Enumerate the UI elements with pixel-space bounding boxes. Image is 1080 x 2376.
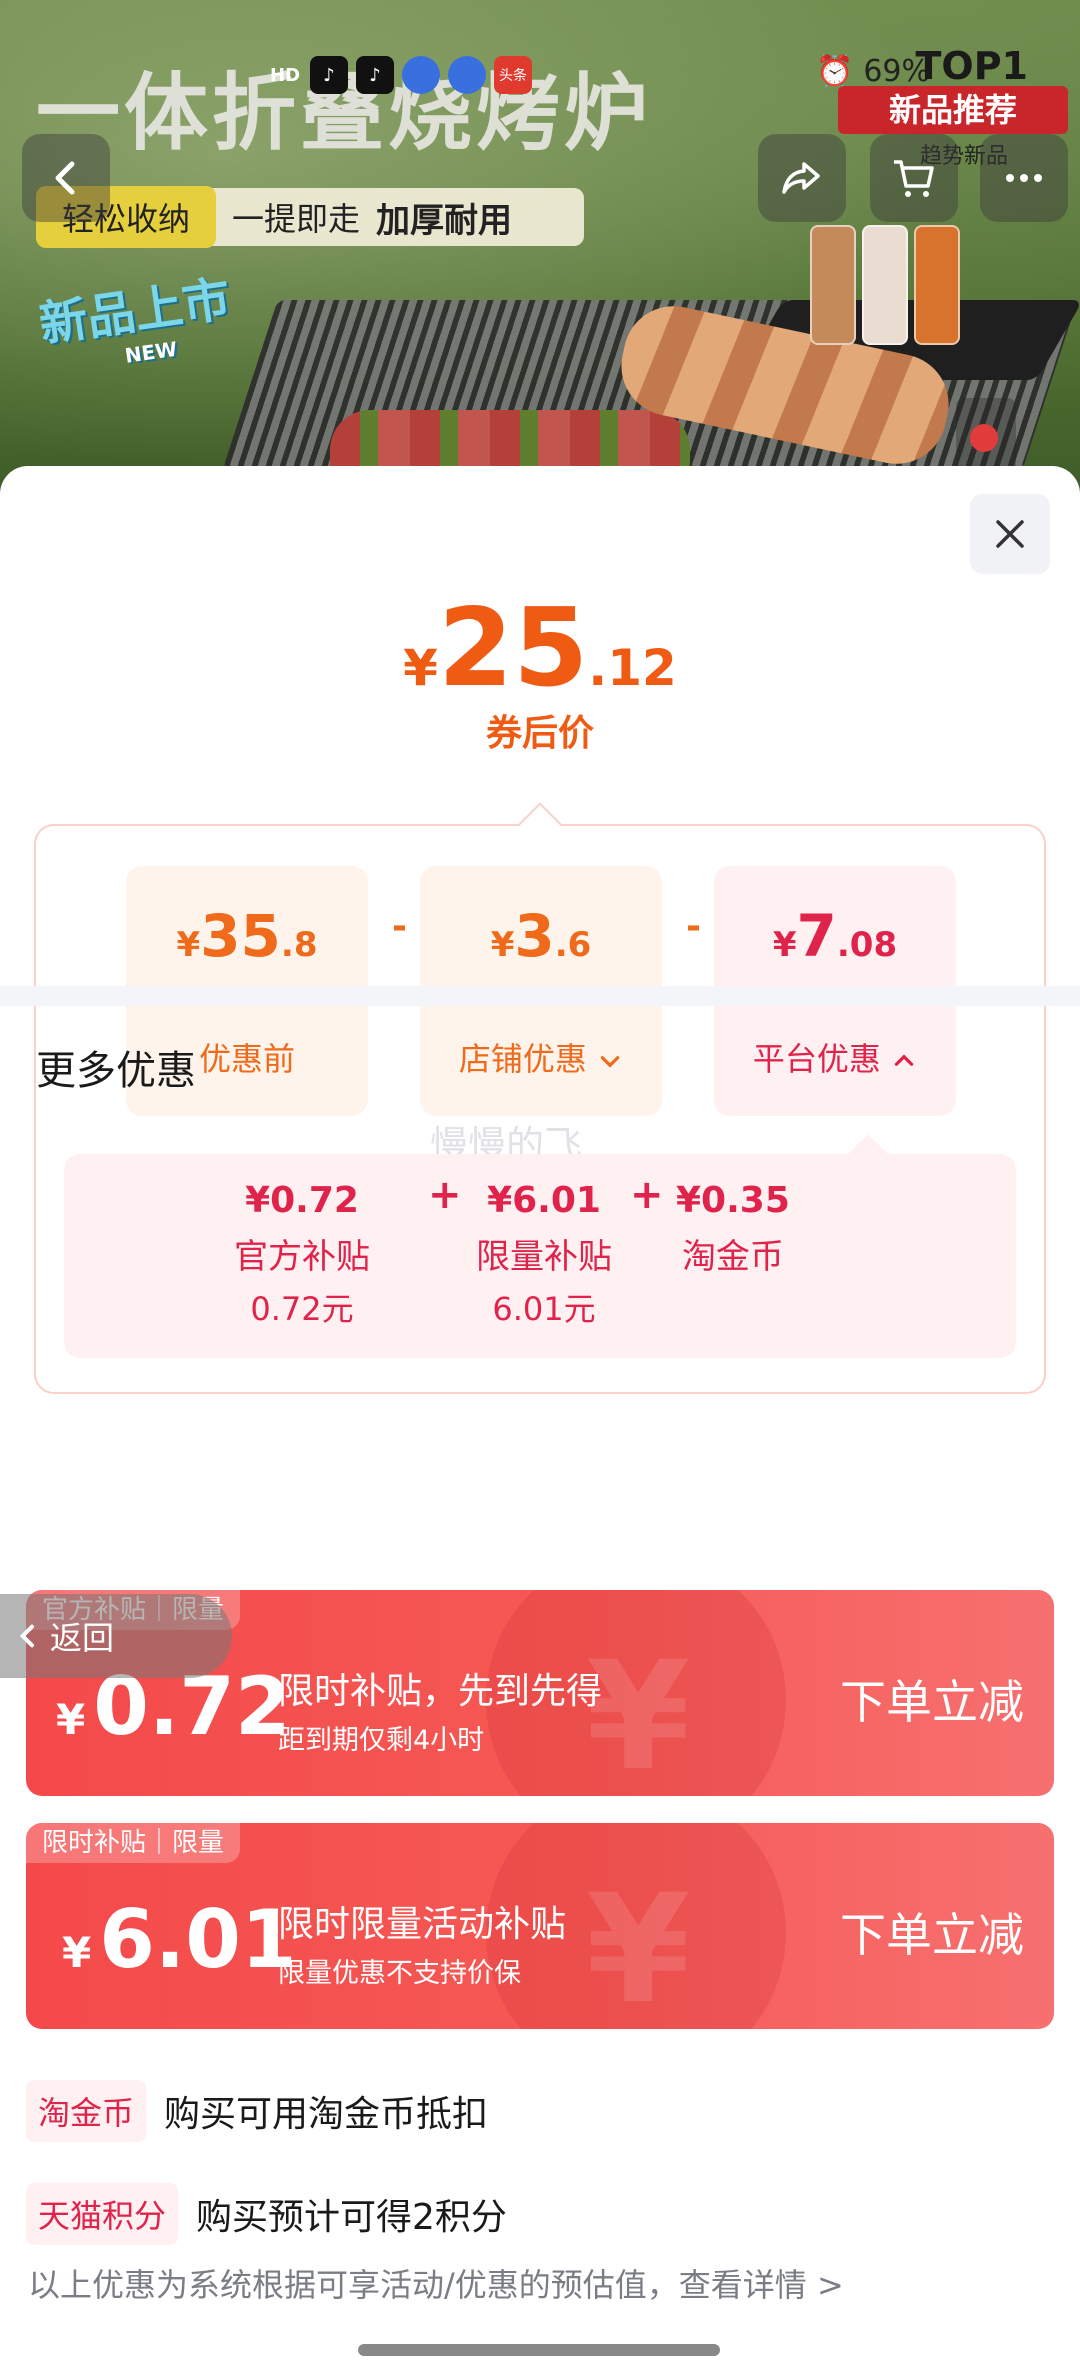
final-price: ¥25.12 (0, 586, 1080, 711)
perk-text: 购买可用淘金币抵扣 (164, 2094, 489, 2135)
close-icon (996, 520, 1024, 548)
chevron-up-icon (894, 1054, 914, 1066)
coupon-card[interactable]: ¥ 限时补贴｜限量 ¥6.01 限时限量活动补贴 限量优惠不支持价保 下单立减 (26, 1823, 1054, 2029)
shop-discount-text: 店铺优惠 (458, 1040, 587, 1078)
coupon-title: 限时补贴，先到先得 (278, 1671, 603, 1712)
minus-operator: - (686, 906, 701, 947)
plus-operator: + (630, 1172, 664, 1218)
section-divider (0, 986, 1080, 1006)
taojinbi-subsidy: ¥0.35 淘金币 (676, 1180, 790, 1278)
perk-text: 购买预计可得2积分 (196, 2197, 507, 2238)
disclaimer-link[interactable]: 以上优惠为系统根据可享活动/优惠的预估值，查看详情 > (28, 2260, 844, 2306)
platform-discount-detail: ¥0.72 官方补贴 0.72元 + ¥6.01 限量补贴 6.01元 + ¥0… (64, 1154, 1016, 1358)
currency: ¥ (176, 925, 201, 965)
perk-row: 天猫积分 购买预计可得2积分 (26, 2183, 507, 2245)
product-hero-image: 一体折叠烧烤炉 轻松收纳 一提即走 加厚耐用 新品上市 NEW HD ♪ ♪ 头… (0, 0, 1080, 520)
currency: ¥ (772, 925, 797, 965)
final-price-currency: ¥ (403, 639, 438, 697)
tiktok-icon: ♪ (356, 56, 395, 94)
price-decimal: .08 (836, 925, 898, 965)
back-arrow-icon (55, 161, 75, 195)
coupon-value: 6.01 (99, 1893, 297, 1986)
price-integer: 35 (200, 902, 281, 970)
final-price-label: 券后价 (485, 713, 594, 754)
coupon-action-button[interactable]: 下单立减 (840, 1899, 1024, 1965)
limited-subsidy: ¥6.01 限量补贴 6.01元 (476, 1180, 612, 1330)
more-button[interactable] (980, 134, 1068, 222)
floating-back-button[interactable]: 返回 (0, 1594, 232, 1678)
price-integer: 7 (796, 902, 837, 970)
platform-discount-label: 平台优惠 (714, 1034, 956, 1080)
tiktok-icon: ♪ (310, 56, 349, 94)
hd-indicator: HD (270, 64, 301, 86)
coupon-action-button[interactable]: 下单立减 (840, 1666, 1024, 1732)
tagline-item: 一提即走 (232, 200, 361, 238)
hero-tagline: 轻松收纳 一提即走 加厚耐用 (36, 186, 584, 248)
chevron-left-icon (19, 1624, 34, 1648)
limited-subsidy-label: 限量补贴 (476, 1237, 612, 1277)
official-subsidy-value: ¥0.72 (245, 1180, 359, 1221)
perk-badge: 天猫积分 (26, 2183, 179, 2245)
top1-title: TOP1 (915, 44, 1028, 88)
currency: ¥ (490, 925, 515, 965)
coupon-subtitle: 限量优惠不支持价保 (278, 1958, 521, 1989)
music-icon (970, 424, 998, 452)
more-offers-title: 更多优惠 (36, 1048, 196, 1094)
original-price-value: ¥35.8 (126, 902, 368, 970)
spice-jars-illustration (810, 205, 970, 365)
minus-operator: - (392, 906, 407, 947)
perk-row: 淘金币 购买可用淘金币抵扣 (26, 2080, 488, 2142)
official-subsidy-label: 官方补贴 (234, 1237, 370, 1277)
final-price-decimal: .12 (588, 639, 677, 697)
final-price-integer: 25 (437, 586, 589, 711)
price-decimal: .6 (554, 925, 592, 965)
platform-discount-text: 平台优惠 (752, 1040, 881, 1078)
coupon-subtitle: 距到期仅剩4小时 (278, 1725, 485, 1756)
shop-discount-label: 店铺优惠 (420, 1034, 662, 1080)
price-decimal: .8 (280, 925, 318, 965)
price-breakdown: ¥35.8 优惠前 - ¥3.6 店铺优惠 - ¥7.08 平台优惠 慢慢的飞 … (34, 824, 1046, 1394)
back-button[interactable] (22, 134, 110, 222)
coupon-currency: ¥ (56, 1695, 86, 1744)
cart-button[interactable] (870, 134, 958, 222)
cart-icon (894, 160, 934, 197)
perk-badge: 淘金币 (26, 2080, 147, 2142)
close-button[interactable] (970, 494, 1050, 574)
coupon-currency: ¥ (62, 1928, 92, 1977)
shop-discount-value: ¥3.6 (420, 902, 662, 970)
platform-discount-value: ¥7.08 (714, 902, 956, 970)
home-indicator[interactable] (358, 2344, 720, 2356)
share-icon (782, 162, 820, 194)
coupon-tag: 限时补贴｜限量 (26, 1823, 241, 1863)
taojinbi-label: 淘金币 (681, 1237, 784, 1277)
back-label: 返回 (50, 1619, 115, 1657)
coupon-title: 限时限量活动补贴 (278, 1904, 567, 1945)
share-button[interactable] (758, 134, 846, 222)
limited-subsidy-value: ¥6.01 (487, 1180, 601, 1221)
taojinbi-value: ¥0.35 (676, 1180, 790, 1221)
plus-operator: + (428, 1172, 462, 1218)
chevron-down-icon (600, 1056, 620, 1068)
more-icon (1006, 174, 1042, 182)
toutiao-icon: 头条 (494, 56, 533, 94)
tagline-item: 加厚耐用 (376, 200, 513, 241)
official-subsidy-note: 0.72元 (250, 1290, 354, 1328)
top1-ribbon: 新品推荐 (838, 86, 1068, 134)
coupon-amount: ¥6.01 (62, 1893, 297, 1986)
browser-icon (448, 56, 487, 94)
price-integer: 3 (514, 902, 555, 970)
yen-watermark-icon: ¥ (586, 1863, 691, 2029)
official-subsidy: ¥0.72 官方补贴 0.72元 (234, 1180, 370, 1330)
browser-icon (402, 56, 441, 94)
limited-subsidy-note: 6.01元 (492, 1290, 596, 1328)
